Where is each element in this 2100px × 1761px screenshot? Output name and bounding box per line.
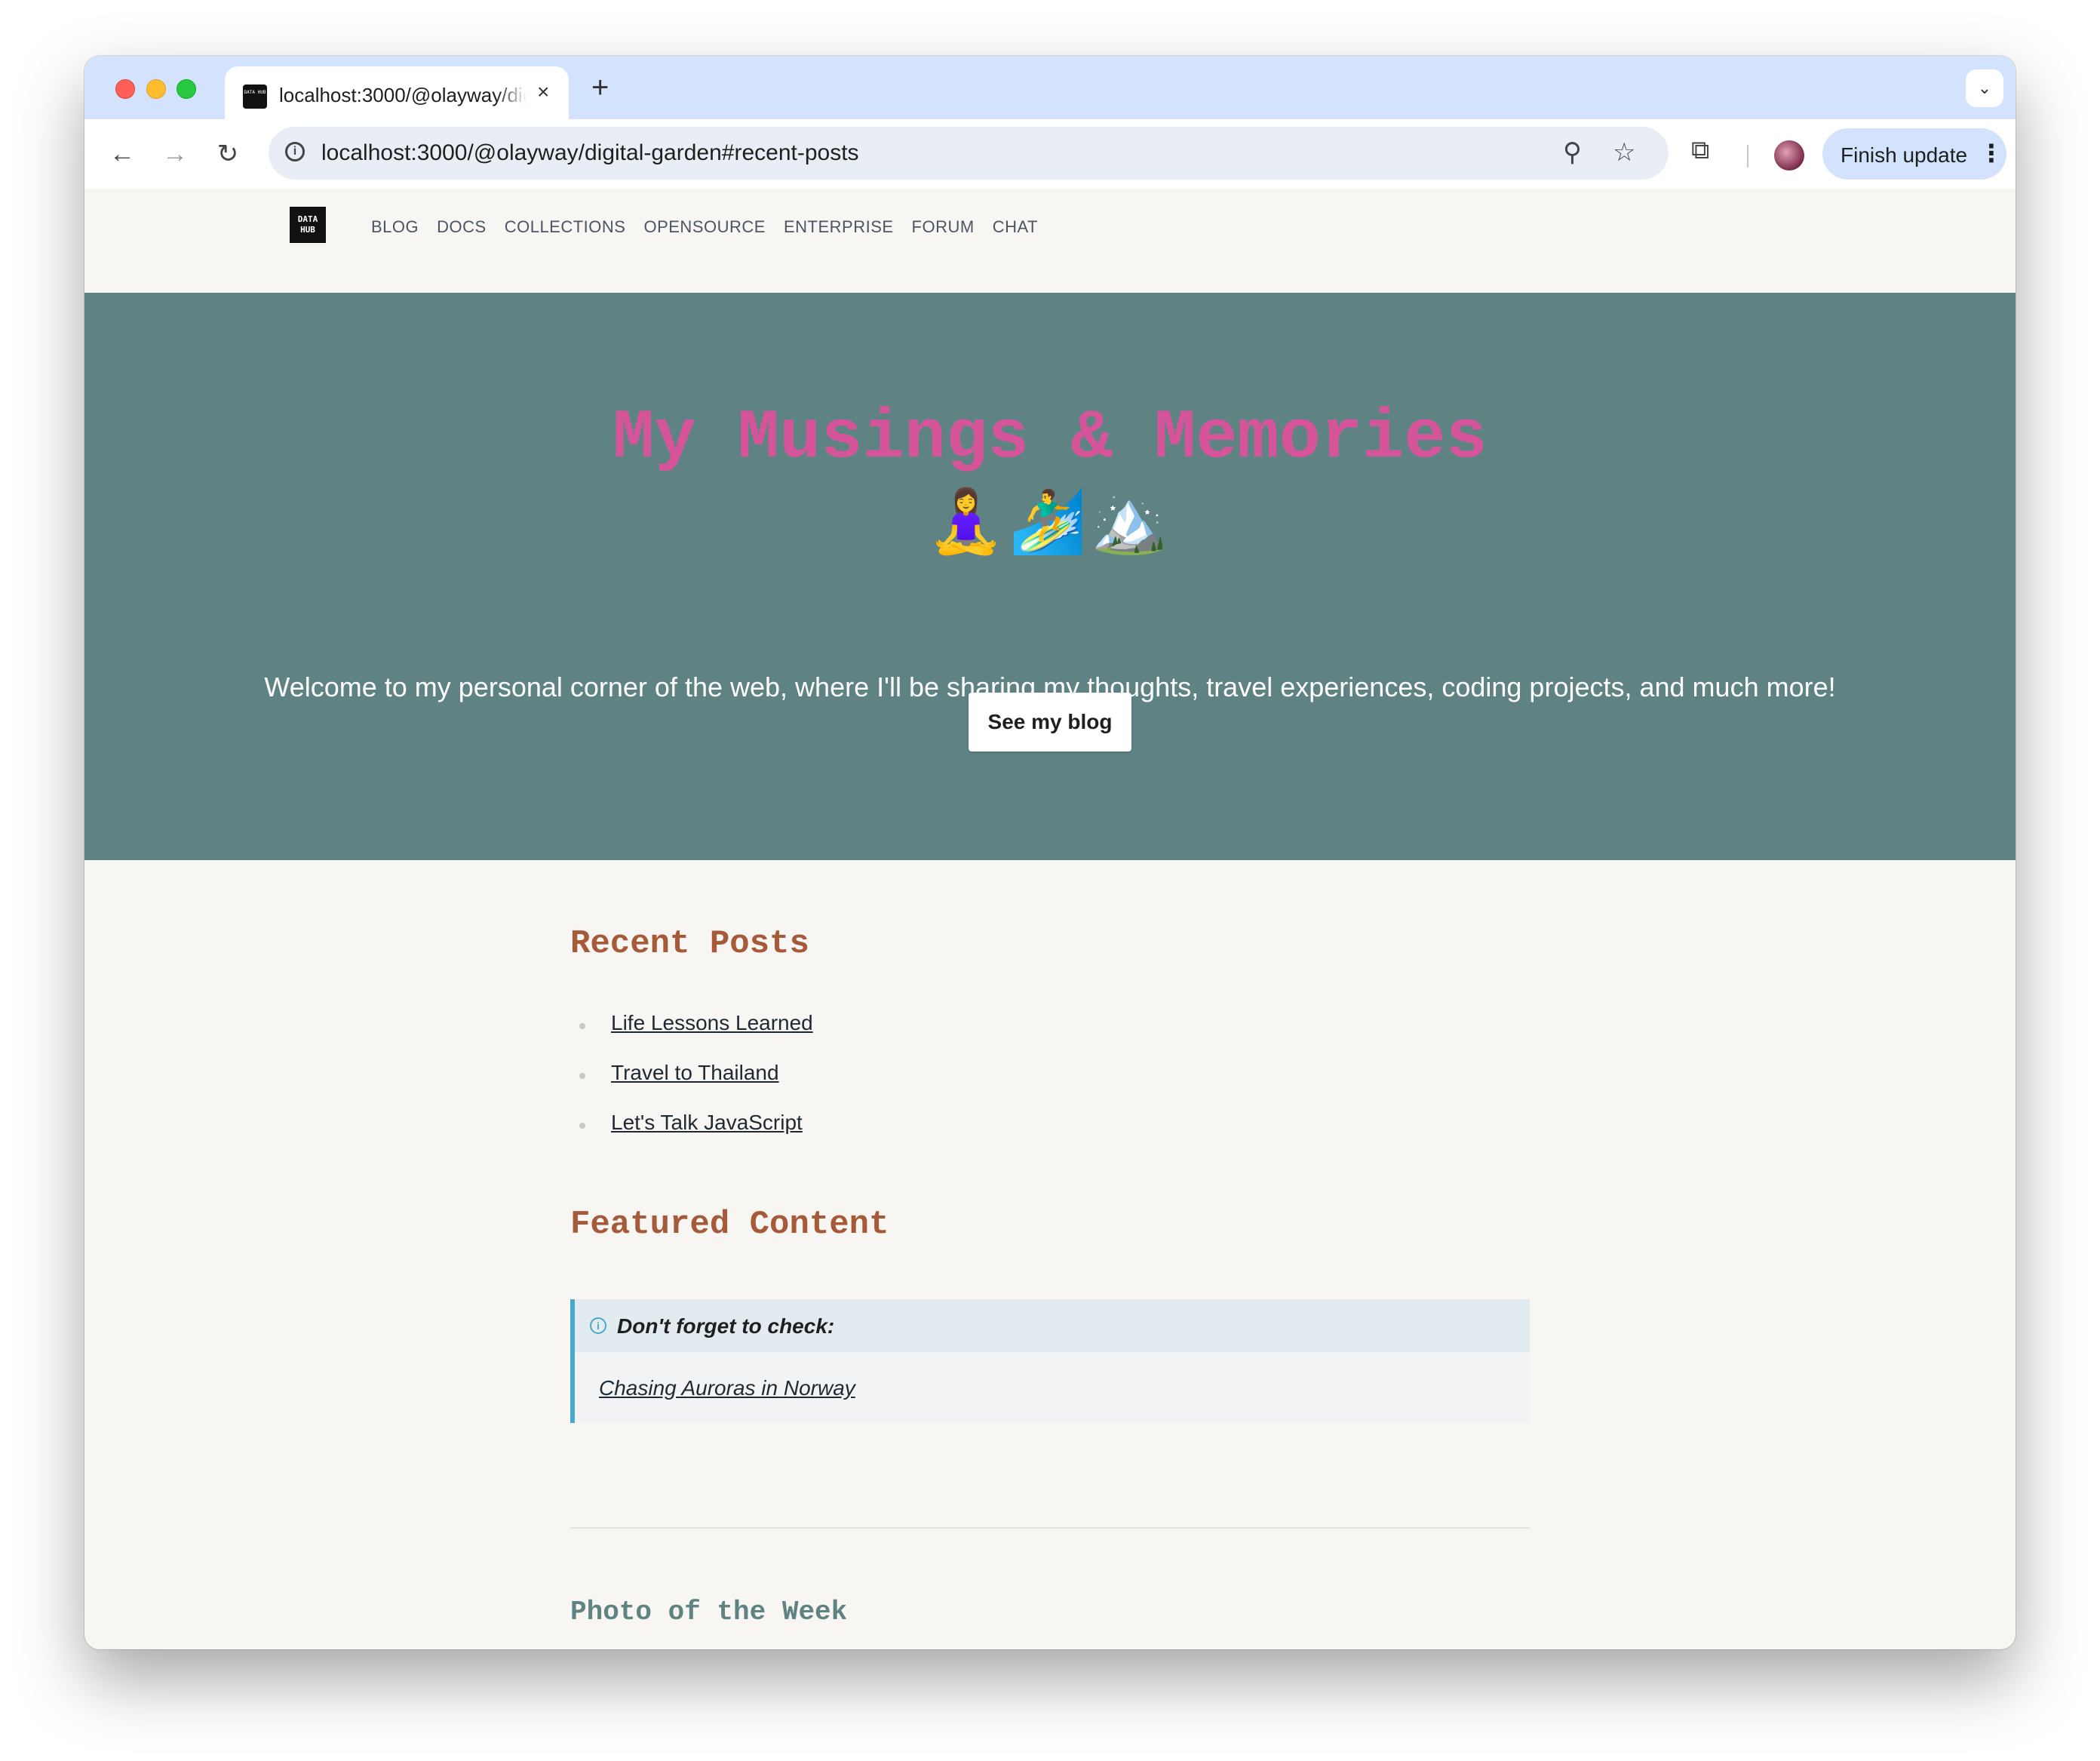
- hero-emoji: 🧘‍♀️🏄‍♂️🏔️: [927, 487, 1173, 556]
- callout-header: i Don't forget to check:: [575, 1299, 1530, 1352]
- browser-toolbar: ← → ↻ i localhost:3000/@olayway/digital-…: [84, 119, 2016, 189]
- back-arrow-icon[interactable]: ←: [104, 136, 140, 172]
- hero-title: My Musings & Memories: [612, 398, 1488, 478]
- featured-callout: i Don't forget to check: Chasing Auroras…: [570, 1299, 1530, 1423]
- post-link[interactable]: Travel to Thailand: [611, 1061, 779, 1085]
- zoom-icon[interactable]: ⚲: [1563, 137, 1582, 167]
- site-header: DATA HUB BLOG DOCS COLLECTIONS OPENSOURC…: [84, 189, 2016, 293]
- close-window-button[interactable]: [115, 79, 135, 99]
- tab-title: localhost:3000/@olayway/digital-garden: [279, 84, 527, 107]
- finish-update-label: Finish update: [1841, 143, 1968, 167]
- reload-icon[interactable]: ↻: [210, 136, 246, 172]
- browser-tab[interactable]: DATA HUB localhost:3000/@olayway/digital…: [225, 66, 569, 119]
- close-icon[interactable]: ×: [537, 80, 549, 104]
- nav-link-blog[interactable]: BLOG: [371, 217, 419, 237]
- address-bar[interactable]: i localhost:3000/@olayway/digital-garden…: [269, 127, 1669, 180]
- photo-of-week-heading: Photo of the Week: [570, 1597, 848, 1627]
- recent-posts-heading: Recent Posts: [570, 925, 809, 963]
- site-info-icon[interactable]: i: [285, 142, 305, 161]
- finish-update-button[interactable]: Finish update ⋮: [1822, 128, 2006, 180]
- tab-strip: DATA HUB localhost:3000/@olayway/digital…: [84, 56, 2016, 119]
- site-nav: BLOG DOCS COLLECTIONS OPENSOURCE ENTERPR…: [371, 217, 1038, 237]
- info-icon: i: [590, 1317, 606, 1334]
- bullet: [579, 1073, 585, 1079]
- see-my-blog-button[interactable]: See my blog: [969, 693, 1131, 751]
- new-tab-button[interactable]: +: [591, 71, 609, 104]
- browser-window: DATA HUB localhost:3000/@olayway/digital…: [84, 56, 2016, 1649]
- bullet: [579, 1123, 585, 1129]
- maximize-window-button[interactable]: [177, 79, 196, 99]
- minimize-window-button[interactable]: [146, 79, 166, 99]
- bullet: [579, 1023, 585, 1029]
- toolbar-separator: [1747, 145, 1748, 167]
- post-link[interactable]: Let's Talk JavaScript: [611, 1111, 803, 1135]
- more-menu-icon[interactable]: ⋮: [1979, 139, 2003, 167]
- callout-title: Don't forget to check:: [617, 1314, 835, 1338]
- forward-arrow-icon[interactable]: →: [157, 136, 193, 172]
- hero-section: My Musings & Memories 🧘‍♀️🏄‍♂️🏔️ Welcome…: [84, 293, 2016, 860]
- nav-link-opensource[interactable]: OPENSOURCE: [643, 217, 765, 237]
- bookmark-star-icon[interactable]: ☆: [1613, 137, 1635, 167]
- featured-post-link[interactable]: Chasing Auroras in Norway: [599, 1376, 855, 1400]
- profile-avatar[interactable]: [1774, 140, 1804, 171]
- extensions-puzzle-icon[interactable]: ⧉: [1691, 136, 1709, 165]
- nav-link-enterprise[interactable]: ENTERPRISE: [784, 217, 894, 237]
- nav-link-forum[interactable]: FORUM: [912, 217, 975, 237]
- main-content: Recent Posts Life Lessons Learned Travel…: [570, 860, 1530, 1649]
- tab-search-button[interactable]: ⌄: [1966, 69, 2003, 107]
- nav-link-docs[interactable]: DOCS: [437, 217, 487, 237]
- nav-link-collections[interactable]: COLLECTIONS: [505, 217, 626, 237]
- post-link[interactable]: Life Lessons Learned: [611, 1011, 813, 1035]
- url-text[interactable]: localhost:3000/@olayway/digital-garden#r…: [321, 140, 859, 166]
- datahub-logo[interactable]: DATA HUB: [290, 207, 326, 243]
- section-divider: [570, 1527, 1530, 1529]
- featured-content-heading: Featured Content: [570, 1206, 889, 1243]
- nav-link-chat[interactable]: CHAT: [993, 217, 1038, 237]
- favicon-icon: DATA HUB: [243, 85, 267, 109]
